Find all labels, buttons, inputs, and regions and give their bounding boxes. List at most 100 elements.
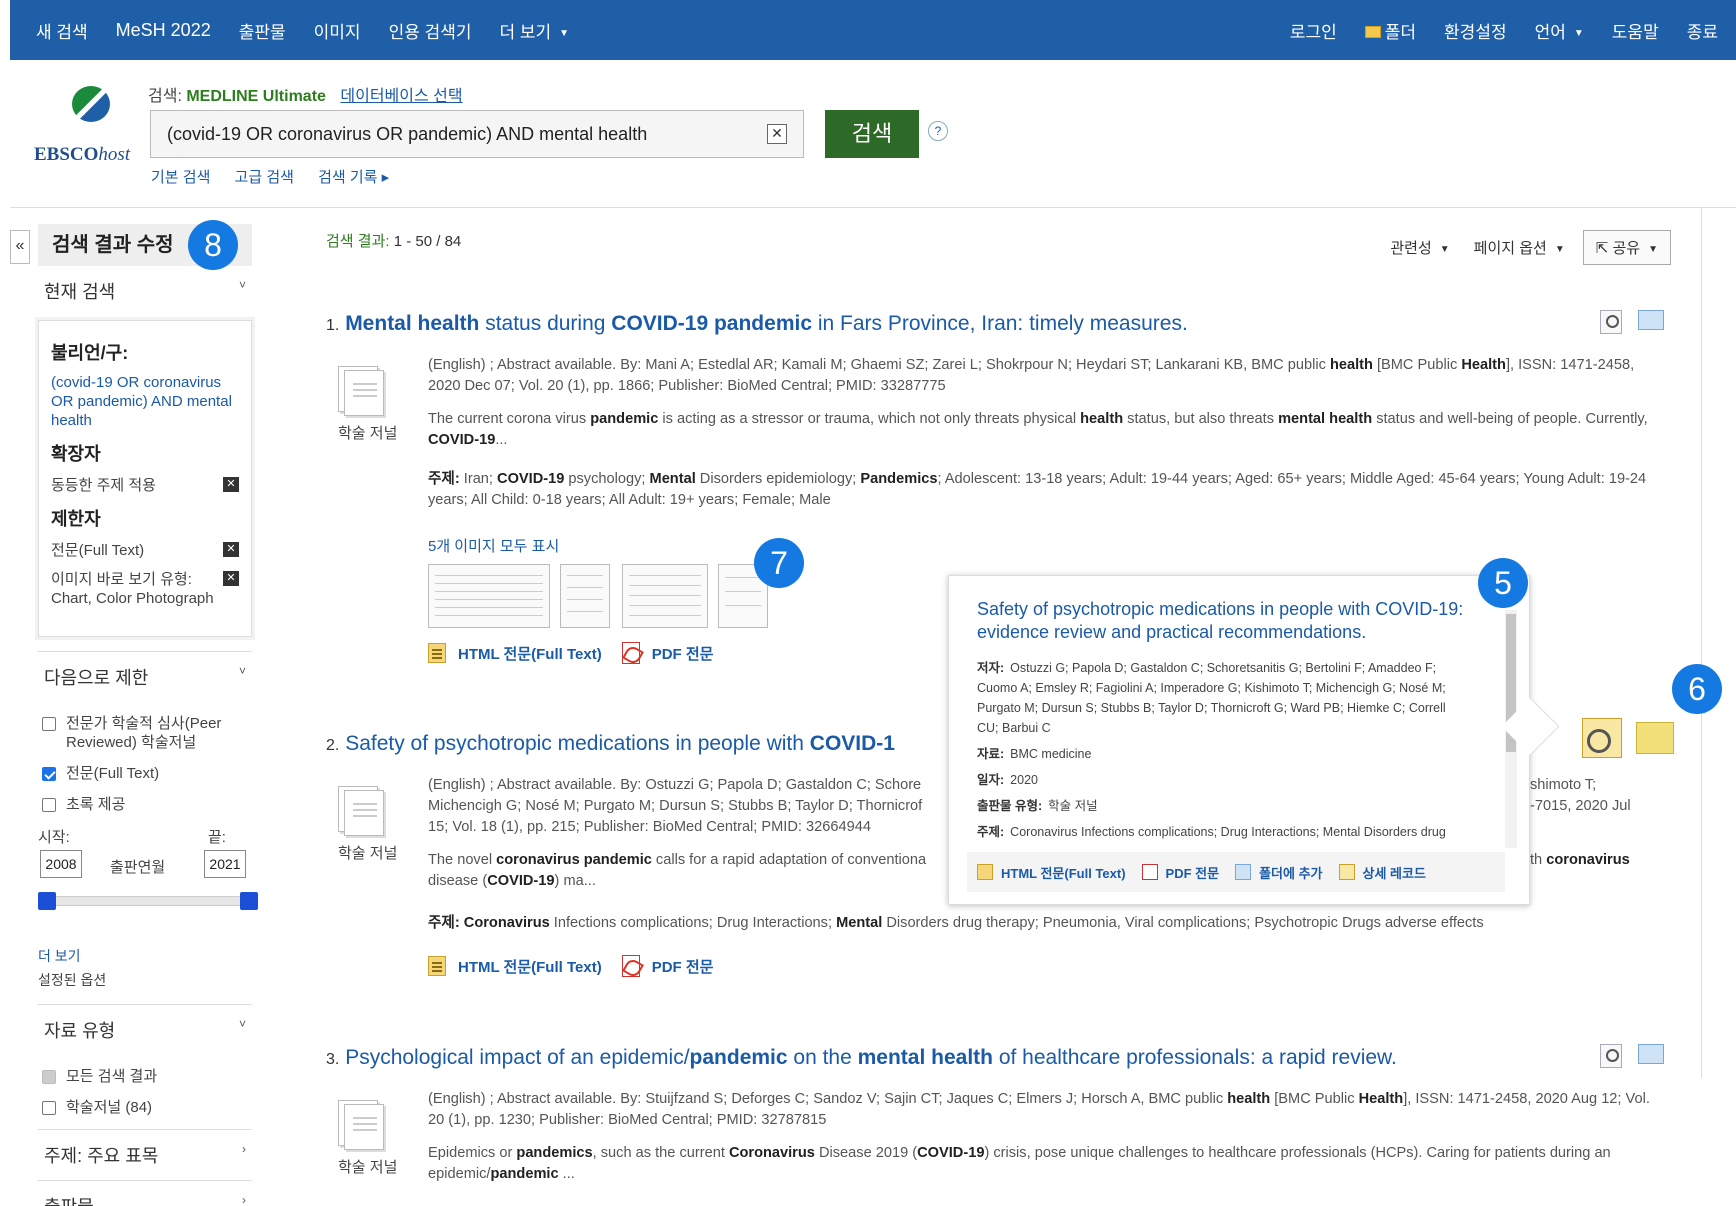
journals-option[interactable]: 학술저널 (84) [42, 1098, 248, 1117]
end-year-input[interactable]: 2021 [204, 850, 246, 878]
remove-icon[interactable]: ✕ [223, 542, 239, 557]
basic-search-link[interactable]: 기본 검색 [151, 169, 210, 186]
date-slider-end-handle[interactable] [240, 892, 258, 910]
nav-new-search[interactable]: 새 검색 [36, 18, 88, 43]
image-thumbnail[interactable] [428, 564, 550, 628]
more-limiters-link[interactable]: 더 보기 [38, 946, 252, 966]
source-types-header[interactable]: 자료 유형 ˅ [38, 1005, 252, 1055]
current-search-header[interactable]: 현재 검색 ˅ [38, 266, 252, 316]
result-2-title-text[interactable]: Safety of psychotropic medications in pe… [345, 732, 895, 755]
all-results-checkbox[interactable] [42, 1070, 56, 1084]
nav-help[interactable]: 도움말 [1612, 18, 1659, 43]
sort-relevance-dropdown[interactable]: 관련성 ▼ [1390, 237, 1449, 258]
search-history-link[interactable]: 검색 기록 ▸ [318, 169, 389, 186]
result-2-number: 2. [326, 737, 340, 754]
preview-icon[interactable] [1582, 718, 1622, 758]
abstract-checkbox[interactable] [42, 798, 56, 812]
top-nav-bar: 새 검색 MeSH 2022 출판물 이미지 인용 검색기 더 보기 ▼ 로그인 … [10, 0, 1736, 60]
nav-login[interactable]: 로그인 [1290, 18, 1337, 43]
full-text-checkbox[interactable] [42, 767, 56, 781]
source-types-label: 자료 유형 [44, 1021, 116, 1041]
add-to-folder-icon[interactable] [1638, 1044, 1664, 1064]
date-slider-start-handle[interactable] [38, 892, 56, 910]
peer-reviewed-checkbox[interactable] [42, 717, 56, 731]
publication-label: 출판물 [44, 1197, 94, 1206]
ebscohost-logo[interactable]: EBSCOhost [34, 82, 144, 172]
nav-mesh[interactable]: MeSH 2022 [116, 20, 211, 41]
limit-to-header[interactable]: 다음으로 제한 ˅ [38, 652, 252, 702]
results-count-label: 검색 결과: [326, 233, 390, 250]
popup-authors-label: 저자: [977, 661, 1005, 675]
add-to-folder-icon[interactable] [1638, 310, 1664, 330]
nav-folder-label: 폴더 [1384, 22, 1417, 42]
nav-settings[interactable]: 환경설정 [1444, 18, 1507, 43]
add-to-folder-icon[interactable] [1636, 722, 1674, 754]
result-2-links: HTML 전문(Full Text) PDF 전문 [428, 955, 733, 977]
popup-title[interactable]: Safety of psychotropic medications in pe… [977, 598, 1467, 644]
preview-icon[interactable] [1600, 1044, 1622, 1068]
result-2-title[interactable]: 2. Safety of psychotropic medications in… [326, 732, 895, 756]
result-2-type: 학술 저널 [338, 845, 398, 862]
result-1-pdf-link[interactable]: PDF 전문 [621, 642, 713, 664]
collapse-sidebar-button[interactable]: « [10, 230, 30, 264]
result-1-html-link[interactable]: HTML 전문(Full Text) [428, 643, 602, 664]
relevance-label: 관련성 [1390, 240, 1432, 257]
current-search-box: 불리언/구: (covid-19 OR coronavirus OR pande… [38, 320, 252, 637]
popup-pdf-link[interactable]: PDF 전문 [1141, 863, 1219, 882]
help-icon[interactable]: ? [928, 121, 948, 141]
nav-exit[interactable]: 종료 [1687, 18, 1718, 43]
page-options-dropdown[interactable]: 페이지 옵션 ▼ [1474, 237, 1565, 258]
popup-detail-label: 상세 레코드 [1362, 865, 1426, 881]
result-3-abstract: Epidemics or pandemics, such as the curr… [428, 1145, 1611, 1182]
expander-label: 동등한 주제 적용 [51, 477, 156, 494]
all-results-option[interactable]: 모든 검색 결과 [42, 1067, 248, 1086]
popup-scroll-thumb[interactable] [1506, 614, 1516, 752]
expander-item: 동등한 주제 적용 ✕ [51, 476, 239, 495]
search-query: (covid-19 OR coronavirus OR pandemic) AN… [167, 123, 648, 144]
nav-language[interactable]: 언어 ▼ [1535, 18, 1584, 43]
nav-images[interactable]: 이미지 [314, 18, 361, 43]
subject-major-section[interactable]: 주제: 주요 표목 › [38, 1130, 252, 1181]
full-text-option[interactable]: 전문(Full Text) [42, 764, 248, 783]
nav-citation-search[interactable]: 인용 검색기 [389, 18, 472, 43]
result-1-title[interactable]: 1. Mental health status during COVID-19 … [326, 312, 1188, 336]
popup-scrollbar[interactable] [1505, 610, 1517, 848]
date-slider-track[interactable] [42, 896, 252, 906]
popup-html-link[interactable]: HTML 전문(Full Text) [977, 863, 1126, 882]
image-thumbnail[interactable] [560, 564, 610, 628]
share-button[interactable]: ⇱ 공유 ▼ [1582, 230, 1671, 265]
result-3-title-text[interactable]: Psychological impact of an epidemic/pand… [345, 1046, 1397, 1069]
preview-icon[interactable] [1600, 310, 1622, 334]
nav-folder[interactable]: 폴더 [1364, 18, 1417, 43]
remove-icon[interactable]: ✕ [223, 571, 239, 586]
advanced-search-link[interactable]: 고급 검색 [235, 169, 294, 186]
results-right-border [1701, 208, 1702, 1078]
show-images-link[interactable]: 5개 이미지 모두 표시 [428, 535, 559, 556]
set-options-link[interactable]: 설정된 옵션 [38, 970, 252, 990]
popup-folder-link[interactable]: 폴더에 추가 [1235, 863, 1323, 882]
peer-reviewed-option[interactable]: 전문가 학술적 심사(Peer Reviewed) 학술저널 [42, 714, 248, 752]
popup-subject-value: Coronavirus Infections complications; Dr… [1010, 825, 1446, 839]
image-thumbnail[interactable] [622, 564, 708, 628]
popup-detail-link[interactable]: 상세 레코드 [1338, 863, 1426, 882]
search-input[interactable]: (covid-19 OR coronavirus OR pandemic) AN… [150, 110, 804, 158]
start-year-input[interactable]: 2008 [40, 850, 82, 878]
publication-header[interactable]: 출판물 › [38, 1181, 252, 1206]
boolean-value[interactable]: (covid-19 OR coronavirus OR pandemic) AN… [51, 373, 239, 430]
logo-ebsco: EBSCO [34, 144, 99, 165]
result-2-pdf-link[interactable]: PDF 전문 [621, 955, 713, 977]
nav-publications[interactable]: 출판물 [239, 18, 286, 43]
subject-major-header[interactable]: 주제: 주요 표목 › [38, 1130, 252, 1180]
chevron-down-icon: ˅ [238, 1017, 246, 1031]
result-1-title-text[interactable]: Mental health status during COVID-19 pan… [345, 312, 1188, 335]
remove-icon[interactable]: ✕ [223, 477, 239, 492]
abstract-option[interactable]: 초록 제공 [42, 795, 248, 814]
db-select-link[interactable]: 데이터베이스 선택 [340, 88, 462, 105]
journals-checkbox[interactable] [42, 1101, 56, 1115]
clear-search-icon[interactable]: ✕ [767, 124, 787, 144]
publication-section[interactable]: 출판물 › [38, 1181, 252, 1206]
nav-more[interactable]: 더 보기 ▼ [500, 18, 570, 43]
search-button[interactable]: 검색 [825, 110, 919, 158]
result-2-html-link[interactable]: HTML 전문(Full Text) [428, 956, 602, 977]
result-3-title[interactable]: 3. Psychological impact of an epidemic/p… [326, 1046, 1397, 1070]
